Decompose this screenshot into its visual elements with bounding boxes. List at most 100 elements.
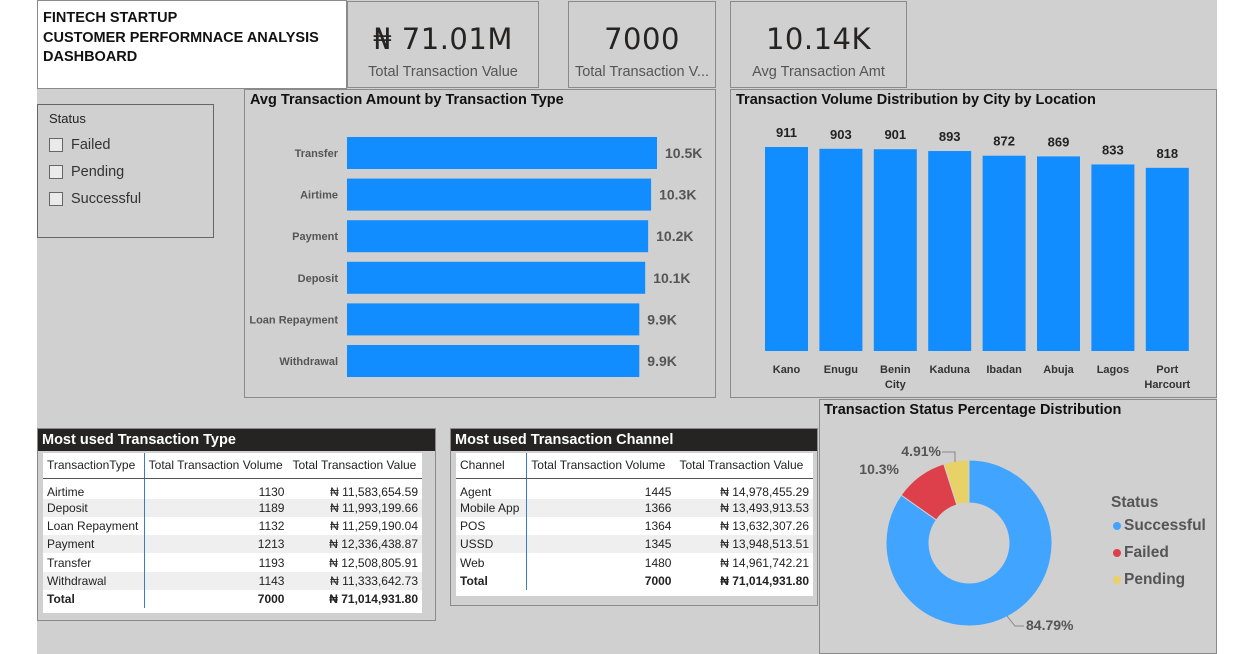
checkbox[interactable]: [49, 164, 63, 179]
data-label: 10.3K: [659, 187, 696, 203]
data-label: 901: [884, 127, 906, 142]
column-header[interactable]: Total Transaction Volume: [144, 453, 289, 479]
total-cell: 7000: [257, 592, 285, 607]
table-cell: USSD: [456, 535, 528, 554]
table-cell: Mobile App: [456, 498, 528, 517]
table-row[interactable]: Payment 1213 ₦ 12,336,438.87: [43, 535, 422, 554]
column-header[interactable]: Channel: [456, 453, 528, 479]
legend-item-pending[interactable]: Pending: [1113, 571, 1185, 589]
slicer-option-successful[interactable]: Successful: [49, 185, 202, 212]
legend-dot: [1113, 549, 1121, 557]
table-row[interactable]: Transfer 1193 ₦ 12,508,805.91: [43, 553, 422, 572]
table-cell: ₦ 13,493,913.53: [675, 498, 813, 517]
table-cell: 1143: [144, 571, 289, 590]
status-slicer: Status Failed Pending Successful: [37, 104, 214, 238]
volume-by-city-chart[interactable]: Transaction Volume Distribution by City …: [730, 89, 1217, 398]
data-label: 10.1K: [653, 270, 690, 286]
table-row[interactable]: Loan Repayment 1132 ₦ 11,259,190.04: [43, 516, 422, 536]
status-percentage-chart[interactable]: Transaction Status Percentage Distributi…: [819, 399, 1217, 654]
table-cell: ₦ 11,333,642.73: [288, 571, 422, 590]
hbar-svg: Transfer 10.5K Airtime 10.3K Payment 10.2K Dep…: [249, 137, 702, 377]
column: [873, 149, 917, 351]
legend-dot: [1113, 576, 1121, 584]
table-row[interactable]: Airtime 1130 ₦ 11,583,654.59: [43, 478, 422, 499]
total-cell: ₦ 71,014,931.80: [329, 592, 418, 607]
table-row[interactable]: Mobile App 1366 ₦ 13,493,913.53: [456, 498, 813, 517]
table-row[interactable]: Web 1480 ₦ 14,961,742.21: [456, 553, 813, 572]
table-cell: ₦ 12,336,438.87: [288, 535, 422, 554]
table-cell: Deposit: [43, 498, 145, 517]
data-label: 872: [993, 134, 1015, 149]
column-header[interactable]: Total Transaction Volume: [526, 453, 676, 479]
data-label: 9.9K: [647, 311, 677, 327]
table-cell: Payment: [43, 535, 145, 554]
kpi-card-total-volume[interactable]: 7000 Total Transaction V...: [568, 1, 716, 88]
data-label: 10.2K: [656, 228, 693, 244]
data-label: 911: [776, 125, 797, 140]
legend-label: Pending: [1124, 571, 1186, 588]
table-cell: ₦ 13,632,307.26: [720, 518, 809, 533]
table-cell: Withdrawal: [43, 571, 145, 590]
data-label: 10.5K: [665, 145, 702, 161]
column-header[interactable]: TransactionType: [43, 453, 145, 479]
checkbox[interactable]: [49, 137, 63, 152]
column: [1037, 156, 1080, 351]
category-label: City: [885, 379, 907, 391]
bar: [347, 178, 652, 211]
kpi-label: Total Transaction V...: [574, 64, 710, 80]
slicer-option-pending[interactable]: Pending: [49, 158, 202, 185]
table-cell: 1366: [526, 498, 676, 517]
title-line-2: CUSTOMER PERFORMNACE ANALYSIS: [43, 29, 319, 46]
bar: [347, 261, 646, 294]
table-cell: 1213: [144, 535, 289, 554]
data-label: 833: [1102, 142, 1124, 157]
category-label: Deposit: [298, 273, 339, 285]
transaction-channel-visual: Most used Transaction Channel Channel Tot…: [450, 428, 818, 606]
dashboard-title: FINTECH STARTUP CUSTOMER PERFORMNACE ANA…: [37, 0, 347, 89]
column: [1145, 167, 1189, 351]
column-header[interactable]: Total Transaction Value: [675, 453, 813, 479]
category-label: Withdrawal: [279, 356, 338, 368]
table-row[interactable]: USSD 1345 ₦ 13,948,513.51: [456, 535, 813, 554]
legend-label: Failed: [1124, 544, 1169, 561]
legend-title: Status: [1111, 494, 1159, 511]
table-cell: 1364: [644, 518, 672, 533]
table-cell: POS: [456, 516, 528, 536]
avg-amount-by-type-chart[interactable]: Avg Transaction Amount by Transaction Ty…: [244, 89, 716, 398]
table-row[interactable]: POS 1364 ₦ 13,632,307.26: [456, 516, 813, 536]
kpi-label: Total Transaction Value: [368, 64, 518, 80]
total-cell: 7000: [644, 573, 672, 588]
column: [765, 147, 808, 351]
title-line-1: FINTECH STARTUP: [43, 10, 178, 26]
legend-item-successful[interactable]: Successful: [1113, 517, 1206, 535]
table-row[interactable]: Withdrawal 1143 ₦ 11,333,642.73: [43, 571, 422, 590]
legend-item-failed[interactable]: Failed: [1113, 544, 1169, 562]
category-label: Kaduna: [930, 364, 971, 376]
transaction-type-table[interactable]: TransactionType Total Transaction Volume T…: [43, 453, 422, 613]
title-line-3: DASHBOARD: [43, 49, 138, 65]
table-cell: Loan Repayment: [43, 516, 145, 536]
legend-label: Successful: [1124, 517, 1206, 534]
table-row[interactable]: Agent 1445 ₦ 14,978,455.29: [456, 478, 813, 499]
kpi-label: Avg Transaction Amt: [752, 64, 885, 80]
total-cell: Total: [43, 589, 145, 609]
checkbox[interactable]: [49, 191, 63, 206]
kpi-card-avg-amount[interactable]: 10.14K Avg Transaction Amt: [730, 1, 907, 88]
table-row[interactable]: Deposit 1189 ₦ 11,993,199.66: [43, 498, 422, 517]
table-cell: 1130: [258, 484, 285, 499]
data-label: 869: [1048, 134, 1070, 149]
transaction-channel-table[interactable]: Channel Total Transaction Volume Total Tra…: [456, 453, 813, 596]
data-label: 903: [830, 127, 852, 142]
slicer-option-label: Failed: [71, 136, 111, 153]
kpi-card-total-value[interactable]: ₦ 71.01M Total Transaction Value: [347, 1, 539, 88]
column-header[interactable]: Total Transaction Value: [288, 453, 422, 479]
table-heading: Most used Transaction Channel: [451, 429, 817, 451]
table-cell: ₦ 14,978,455.29: [720, 484, 809, 499]
slicer-option-failed[interactable]: Failed: [49, 131, 202, 158]
bar: [347, 220, 649, 253]
category-label: Transfer: [295, 148, 339, 160]
table-cell: ₦ 12,508,805.91: [329, 555, 418, 570]
data-label: 893: [939, 129, 961, 144]
total-row: Total 7000 ₦ 71,014,931.80: [43, 589, 422, 609]
table-cell: 1132: [258, 518, 285, 533]
